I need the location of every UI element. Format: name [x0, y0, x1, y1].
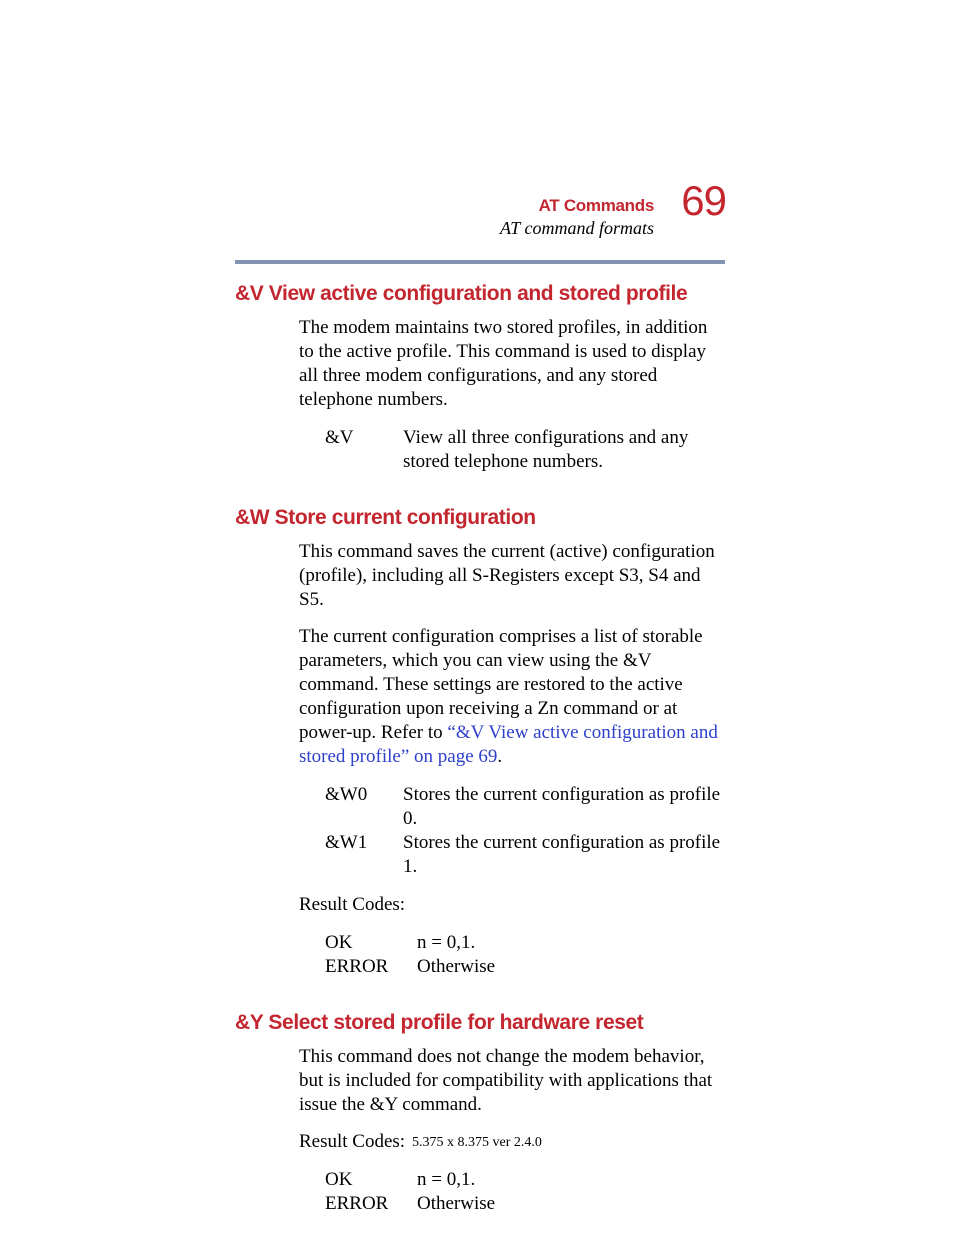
option-row: &W0 Stores the current configuration as … — [325, 783, 725, 831]
option-desc: Stores the current configuration as prof… — [403, 831, 725, 879]
option-key: &V — [325, 426, 403, 474]
paragraph: This command does not change the modem b… — [299, 1045, 725, 1117]
footer-version: 5.375 x 8.375 ver 2.4.0 — [0, 1135, 954, 1151]
paragraph: The current configuration comprises a li… — [299, 625, 725, 769]
result-row: OK n = 0,1. — [325, 931, 495, 955]
option-desc: Stores the current configuration as prof… — [403, 783, 725, 831]
result-row: ERROR Otherwise — [325, 1192, 495, 1216]
result-row: OK n = 0,1. — [325, 1168, 495, 1192]
result-codes-table: OK n = 0,1. ERROR Otherwise — [325, 1168, 725, 1216]
result-codes-table: OK n = 0,1. ERROR Otherwise — [325, 931, 725, 979]
option-key: &W0 — [325, 783, 403, 831]
text-run: . — [497, 746, 502, 767]
option-row: &V View all three configurations and any… — [325, 426, 725, 474]
heading-v: &V View active configuration and stored … — [235, 282, 725, 306]
option-desc: View all three configurations and any st… — [403, 426, 725, 474]
option-row: &W1 Stores the current configuration as … — [325, 831, 725, 879]
result-val: n = 0,1. — [417, 1168, 495, 1192]
heading-y: &Y Select stored profile for hardware re… — [235, 1011, 725, 1035]
paragraph: The modem maintains two stored profiles,… — [299, 316, 725, 412]
page-number: 69 — [681, 180, 726, 222]
result-row: ERROR Otherwise — [325, 955, 495, 979]
result-codes-label: Result Codes: — [299, 893, 725, 917]
result-key: ERROR — [325, 1192, 417, 1216]
result-val: n = 0,1. — [417, 931, 495, 955]
paragraph: This command saves the current (active) … — [299, 540, 725, 612]
result-val: Otherwise — [417, 1192, 495, 1216]
result-key: OK — [325, 1168, 417, 1192]
content-area: &V View active configuration and stored … — [235, 282, 725, 1230]
header-rule — [235, 260, 725, 264]
running-header: AT Commands AT command formats — [500, 196, 654, 239]
heading-w: &W Store current configuration — [235, 506, 725, 530]
section-subtitle: AT command formats — [500, 218, 654, 239]
result-val: Otherwise — [417, 955, 495, 979]
result-key: ERROR — [325, 955, 417, 979]
option-table: &W0 Stores the current configuration as … — [325, 783, 725, 879]
result-key: OK — [325, 931, 417, 955]
page: 69 AT Commands AT command formats &V Vie… — [0, 0, 954, 1235]
option-key: &W1 — [325, 831, 403, 879]
chapter-title: AT Commands — [500, 196, 654, 216]
option-table: &V View all three configurations and any… — [325, 426, 725, 474]
